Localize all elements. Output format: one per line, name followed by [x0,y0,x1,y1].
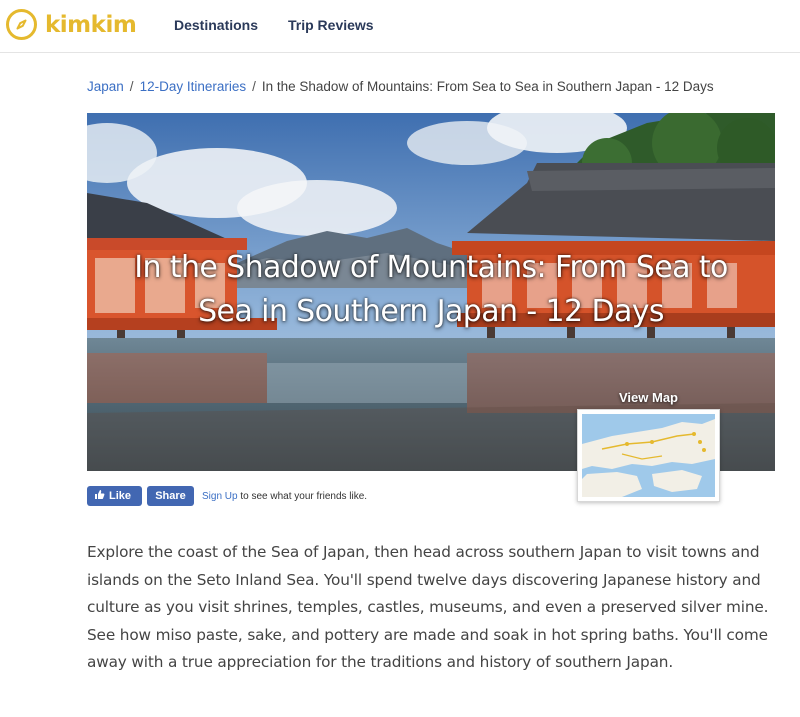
facebook-signup-text: to see what your friends like. [240,490,368,502]
thumbs-up-icon [94,489,105,503]
map-icon [582,414,715,497]
breadcrumb-separator: / [129,79,134,94]
view-map-thumbnail[interactable] [577,409,720,502]
compass-icon [6,9,37,40]
trip-description: Explore the coast of the Sea of Japan, t… [87,543,769,671]
facebook-share-button[interactable]: Share [147,486,194,506]
like-label: Like [109,490,132,502]
breadcrumb-12-day-itineraries[interactable]: 12-Day Itineraries [140,79,247,94]
view-map-label[interactable]: View Map [577,390,720,405]
facebook-like-button[interactable]: Like [87,486,142,506]
top-navbar: kimkim Destinations Trip Reviews [0,0,800,53]
breadcrumb-separator: / [252,79,256,94]
nav-destinations[interactable]: Destinations [174,17,258,33]
kimkim-logo[interactable]: kimkim [6,9,137,40]
nav-trip-reviews[interactable]: Trip Reviews [288,17,374,33]
breadcrumb-current: In the Shadow of Mountains: From Sea to … [261,79,714,94]
facebook-signup-link[interactable]: Sign Up [202,491,238,502]
breadcrumb-japan[interactable]: Japan [87,79,124,94]
facebook-signup-prompt: Sign Up to see what your friends like. [202,491,367,502]
logo-wordmark: kimkim [45,11,137,38]
hero-title: In the Shadow of Mountains: From Sea to … [134,250,728,329]
breadcrumb: Japan / 12-Day Itineraries / In the Shad… [87,79,714,94]
facebook-social-bar: Like Share Sign Up to see what your frie… [87,486,367,506]
